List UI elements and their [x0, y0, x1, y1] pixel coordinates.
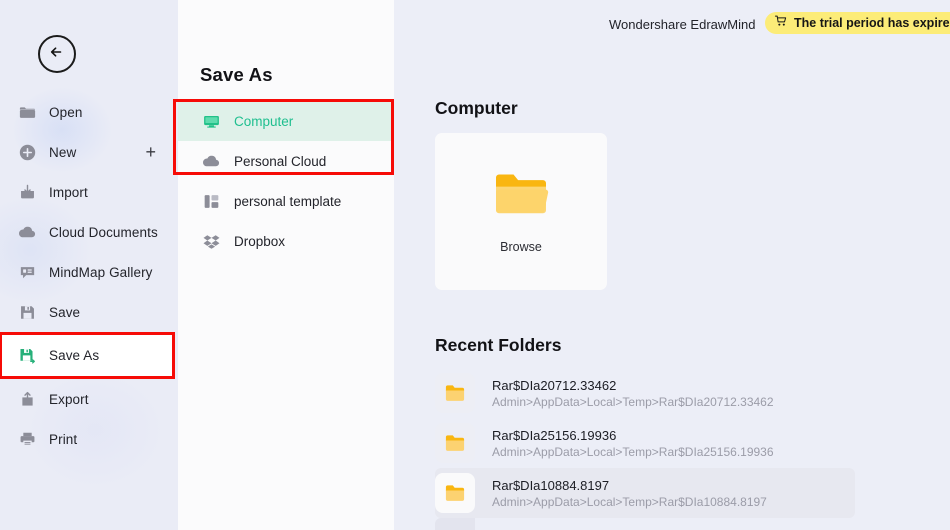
destination-label: personal template: [234, 193, 342, 209]
sidebar-item-cloud-documents[interactable]: Cloud Documents: [0, 212, 178, 252]
export-icon: [16, 388, 38, 410]
recent-folder-path: Admin>AppData>Local>Temp>Rar$DIa20712.33…: [492, 394, 774, 409]
browse-label: Browse: [500, 240, 542, 254]
template-grid-icon: [200, 190, 222, 212]
recent-folder-texts: Rar$DIa20712.33462 Admin>AppData>Local>T…: [492, 378, 774, 409]
destination-item-personal-template[interactable]: personal template: [178, 181, 394, 221]
sidebar-nav-list: Open New + Import Cloud Documents MindMa…: [0, 92, 178, 459]
sidebar-item-label: Cloud Documents: [49, 224, 158, 240]
computer-section-title: Computer: [435, 98, 518, 118]
panel-title: Save As: [200, 64, 273, 85]
folder-icon: [16, 101, 38, 123]
cloud-icon: [16, 221, 38, 243]
backstage-view: Open New + Import Cloud Documents MindMa…: [0, 0, 950, 530]
sidebar-item-label: Export: [49, 391, 89, 407]
recent-folder-row[interactable]: Rar$DIa25156.19936 Admin>AppData>Local>T…: [435, 418, 855, 468]
arrow-left-icon: [47, 42, 67, 67]
sidebar-item-import[interactable]: Import: [0, 172, 178, 212]
sidebar-item-label: MindMap Gallery: [49, 264, 153, 280]
destination-label: Personal Cloud: [234, 153, 327, 169]
sidebar-item-new[interactable]: New +: [0, 132, 178, 172]
app-title: Wondershare EdrawMind: [609, 17, 756, 32]
recent-folder-name: Rar$DIa20712.33462: [492, 377, 617, 393]
sidebar: Open New + Import Cloud Documents MindMa…: [0, 0, 178, 530]
destination-item-personal-cloud[interactable]: Personal Cloud: [178, 141, 394, 181]
browse-button[interactable]: Browse: [435, 133, 607, 290]
plus-circle-icon: [16, 141, 38, 163]
recent-folder-texts: Rar$DIa25156.19936 Admin>AppData>Local>T…: [492, 428, 774, 459]
destination-label: Dropbox: [234, 233, 286, 249]
destination-item-dropbox[interactable]: Dropbox: [178, 221, 394, 261]
recent-folder-name: Rar$DIa25156.19936: [492, 427, 617, 443]
recent-folder-name: Rar$DIa10884.8197: [492, 477, 610, 493]
trial-banner-text: The trial period has expired. U: [794, 16, 950, 30]
folder-icon: [435, 373, 475, 413]
sidebar-item-save-as[interactable]: Save As: [0, 332, 175, 379]
monitor-icon: [200, 110, 222, 132]
content-area: Wondershare EdrawMind The trial period h…: [394, 0, 950, 530]
sidebar-item-print[interactable]: Print: [0, 419, 178, 459]
sidebar-item-label: Print: [49, 431, 78, 447]
sidebar-item-label: New: [49, 144, 77, 160]
sidebar-item-label: Save: [49, 304, 81, 320]
folder-icon: [435, 518, 475, 530]
destination-item-computer[interactable]: Computer: [178, 101, 394, 141]
cart-icon: [774, 14, 788, 33]
recent-folder-row[interactable]: Rar$DIa20712.33462 Admin>AppData>Local>T…: [435, 368, 855, 418]
destination-label: Computer: [234, 113, 294, 129]
recent-folder-texts: Rar$DIa10884.8197 Admin>AppData>Local>Te…: [492, 478, 767, 509]
recent-folders-title: Recent Folders: [435, 335, 562, 355]
sidebar-item-mindmap-gallery[interactable]: MindMap Gallery: [0, 252, 178, 292]
sidebar-item-open[interactable]: Open: [0, 92, 178, 132]
cloud-icon: [200, 150, 222, 172]
recent-folder-path: Admin>AppData>Local>Temp>Rar$DIa10884.81…: [492, 494, 767, 509]
folder-icon: [435, 423, 475, 463]
sidebar-item-save[interactable]: Save: [0, 292, 178, 332]
topbar: Wondershare EdrawMind The trial period h…: [394, 0, 950, 42]
folder-icon: [435, 473, 475, 513]
dropbox-icon: [200, 230, 222, 252]
sidebar-item-label: Save As: [49, 348, 100, 363]
folder-open-icon: [492, 169, 550, 226]
sidebar-item-label: Import: [49, 184, 88, 200]
gallery-icon: [16, 261, 38, 283]
recent-folder-path: Admin>AppData>Local>Temp>Rar$DIa25156.19…: [492, 444, 774, 459]
printer-icon: [16, 428, 38, 450]
save-icon: [16, 301, 38, 323]
save-as-icon: [16, 345, 38, 367]
recent-folders-list: Rar$DIa20712.33462 Admin>AppData>Local>T…: [435, 368, 855, 530]
save-as-panel: Save As Computer Personal Cloud personal…: [173, 0, 394, 530]
sidebar-item-export[interactable]: Export: [0, 379, 178, 419]
recent-folder-row[interactable]: [435, 518, 855, 530]
recent-folder-row[interactable]: Rar$DIa10884.8197 Admin>AppData>Local>Te…: [435, 468, 855, 518]
sidebar-item-label: Open: [49, 104, 83, 120]
destination-list: Computer Personal Cloud personal templat…: [178, 101, 394, 261]
import-icon: [16, 181, 38, 203]
trial-expired-banner[interactable]: The trial period has expired. U: [765, 12, 950, 34]
new-add-icon[interactable]: +: [145, 143, 156, 161]
back-button[interactable]: [38, 35, 76, 73]
